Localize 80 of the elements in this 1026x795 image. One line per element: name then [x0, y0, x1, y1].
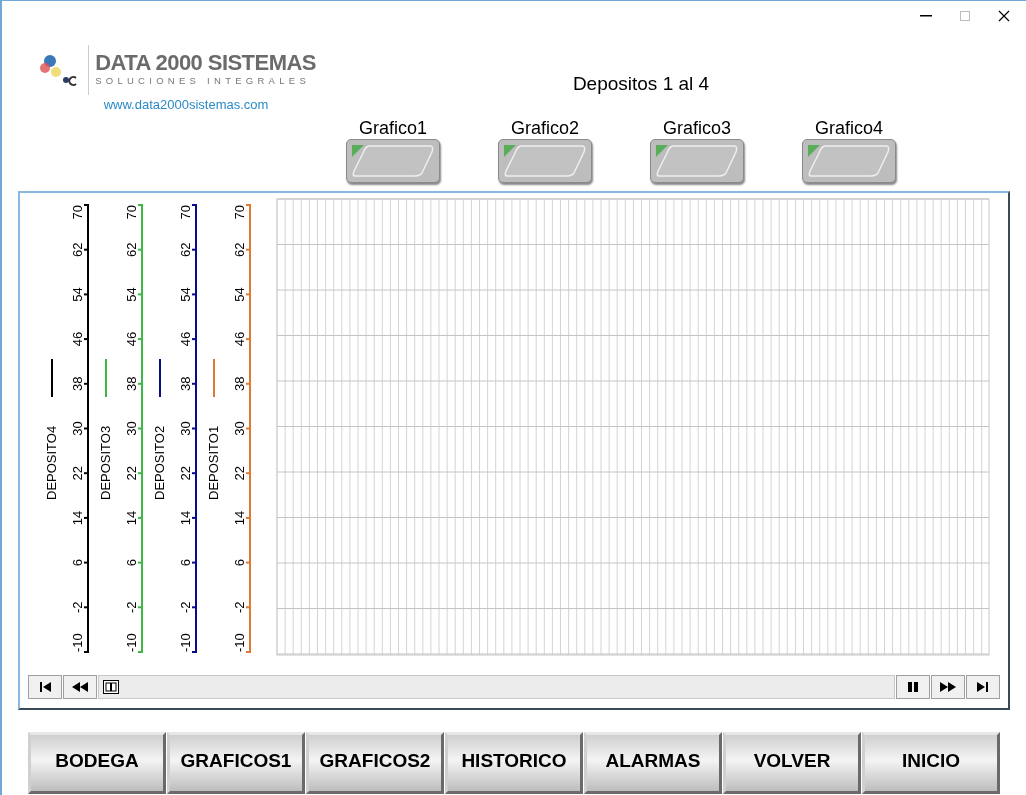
tick-label: 6: [124, 559, 139, 567]
tick-label: -2: [178, 601, 193, 614]
tick-label: 14: [70, 510, 85, 526]
company-tagline: SOLUCIONES INTEGRALES: [95, 73, 311, 88]
tick-label: 30: [178, 421, 193, 436]
first-button[interactable]: [28, 675, 62, 699]
tick-label: 22: [70, 465, 85, 481]
tick-label: 30: [70, 421, 85, 436]
minimize-icon[interactable]: [920, 15, 932, 17]
tick-label: -10: [178, 633, 193, 652]
website-link[interactable]: www.data2000sistemas.com: [103, 95, 269, 115]
tick-label: 22: [178, 465, 193, 481]
skip-start-icon: [39, 682, 51, 692]
tick-label: 54: [232, 287, 247, 302]
nav-button[interactable]: GRAFICOS1: [167, 732, 305, 794]
tick-label: 6: [232, 559, 247, 567]
graph-label: Grafico2: [511, 116, 579, 139]
tick-label: 54: [70, 287, 85, 302]
pause-icon: [907, 682, 919, 692]
tick-label: 46: [124, 331, 139, 347]
tick-label: 30: [124, 421, 139, 436]
tick-label: 70: [178, 205, 193, 220]
tick-label: 22: [232, 465, 247, 481]
graph-button[interactable]: [802, 139, 896, 183]
skip-end-icon: [977, 682, 989, 692]
scroll-thumb-icon[interactable]: [103, 680, 119, 694]
tick-label: 22: [124, 465, 139, 481]
nav-button[interactable]: BODEGA: [28, 732, 166, 794]
tick-label: 14: [124, 510, 139, 526]
tick-label: 38: [232, 376, 247, 392]
tick-label: -10: [70, 633, 85, 652]
fast-forward-icon: [940, 682, 956, 692]
tick-label: 14: [232, 510, 247, 526]
graph-label: Grafico4: [815, 116, 883, 139]
tick-label: 38: [124, 376, 139, 392]
axis-label: DEPOSITO4: [44, 425, 59, 500]
page-title: Depositos 1 al 4: [572, 72, 710, 96]
axis-label: DEPOSITO2: [152, 425, 167, 500]
tick-label: 62: [178, 242, 193, 257]
tick-label: 6: [178, 559, 193, 567]
tick-label: 6: [70, 559, 85, 567]
nav-button[interactable]: GRAFICOS2: [306, 732, 444, 794]
tick-label: 38: [70, 376, 85, 392]
axis-label: DEPOSITO1: [206, 425, 221, 500]
fast-forward-button[interactable]: [931, 675, 965, 699]
nav-button[interactable]: VOLVER: [723, 732, 861, 794]
tick-label: 54: [178, 287, 193, 302]
tick-label: -10: [124, 633, 139, 652]
close-icon[interactable]: [998, 10, 1010, 22]
tick-label: 62: [124, 242, 139, 257]
pause-button[interactable]: [896, 675, 930, 699]
tick-label: 30: [232, 421, 247, 436]
tick-label: 70: [232, 205, 247, 220]
tick-label: 62: [70, 242, 85, 257]
tick-label: 46: [70, 331, 85, 347]
tick-label: -2: [232, 601, 247, 614]
tick-label: -2: [124, 601, 139, 614]
nav-button[interactable]: ALARMAS: [584, 732, 722, 794]
nav-button[interactable]: HISTORICO: [445, 732, 583, 794]
tick-label: 54: [124, 287, 139, 302]
tick-label: 70: [124, 205, 139, 220]
rewind-icon: [72, 682, 88, 692]
tick-label: 70: [70, 205, 85, 220]
graph-label: Grafico3: [663, 116, 731, 139]
last-button[interactable]: [966, 675, 1000, 699]
graph-button[interactable]: [498, 139, 592, 183]
rewind-button[interactable]: [63, 675, 97, 699]
tick-label: -2: [70, 601, 85, 614]
company-name: DATA 2000 SISTEMAS: [95, 51, 316, 74]
graph-label: Grafico1: [359, 116, 427, 139]
axis-label: DEPOSITO3: [98, 425, 113, 500]
tick-label: 38: [178, 376, 193, 392]
tick-label: 46: [178, 331, 193, 347]
nav-button[interactable]: INICIO: [862, 732, 1000, 794]
tick-label: 46: [232, 331, 247, 347]
tick-label: 62: [232, 242, 247, 257]
tick-label: 14: [178, 510, 193, 526]
graph-button[interactable]: [346, 139, 440, 183]
graph-button[interactable]: [650, 139, 744, 183]
tick-label: -10: [232, 633, 247, 652]
